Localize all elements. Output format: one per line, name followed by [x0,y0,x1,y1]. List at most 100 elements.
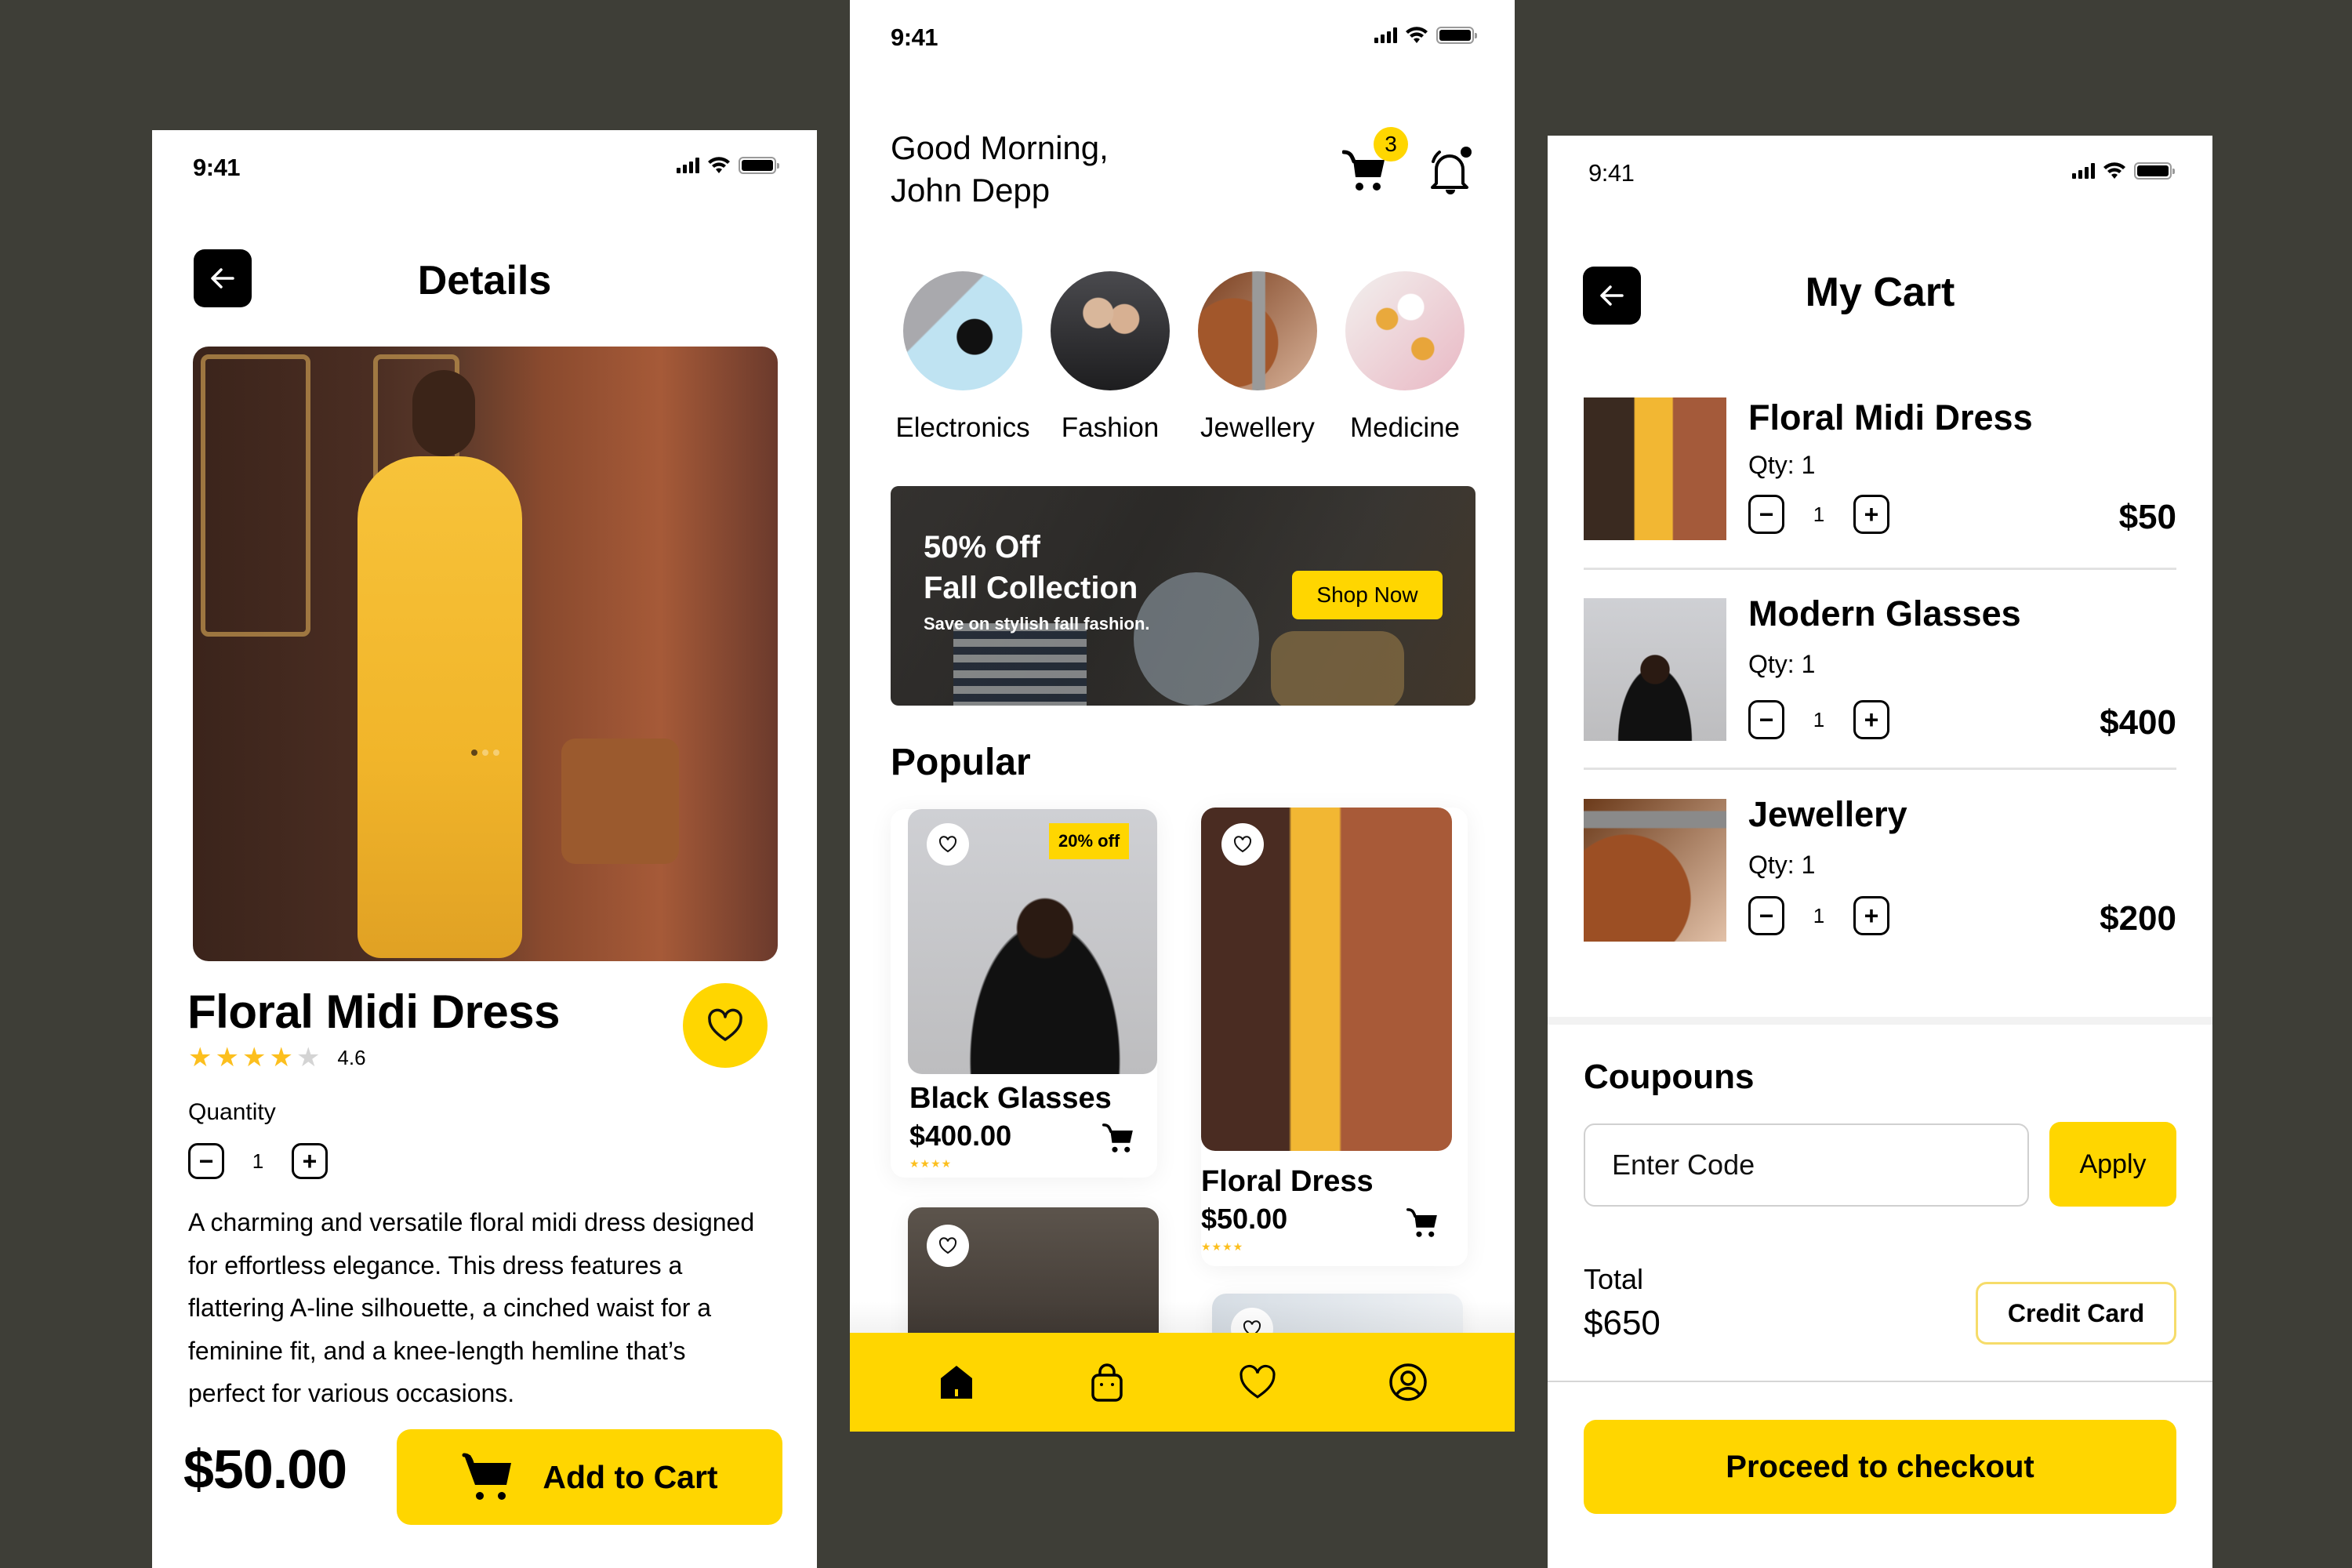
carousel-dot-active[interactable] [471,750,477,756]
product-price: $50.00 [183,1439,347,1500]
apply-coupon-button[interactable]: Apply [2049,1122,2176,1207]
nav-bag[interactable] [1083,1359,1131,1406]
handbag-shape [561,739,679,864]
section-divider [1548,1017,2212,1025]
battery-icon [739,157,779,174]
quantity-stepper: − 1 + [188,1143,328,1179]
total-value: $650 [1584,1304,1661,1342]
banner-collection: Fall Collection [924,571,1138,605]
product-title: Floral Midi Dress [187,985,560,1038]
cart-item-image [1584,598,1726,741]
rating-value: 4.6 [337,1045,366,1069]
divider [1548,1381,2212,1382]
battery-icon [2134,162,2175,180]
nav-home[interactable] [933,1359,980,1406]
category-electronics[interactable]: Electronics [889,271,1036,444]
page-title: Details [417,258,552,303]
category-partial[interactable]: S [1479,271,1515,444]
nav-profile[interactable] [1385,1359,1432,1406]
increment-button[interactable]: + [1853,700,1889,739]
increment-button[interactable]: + [1853,495,1889,534]
product-card[interactable]: Floral Dress $50.00 ★★★★ [1201,808,1468,1266]
notification-button[interactable] [1428,146,1472,201]
cart-item: Jewellery Qty: 1 − 1 + $200 [1584,794,2176,951]
shop-now-button[interactable]: Shop Now [1292,571,1443,619]
product-image-carousel[interactable] [193,347,778,961]
category-jewellery[interactable]: Jewellery [1184,271,1331,444]
cart-item-image [1584,397,1726,540]
category-image [1051,271,1170,390]
signal-icon [677,158,699,173]
favorite-button[interactable] [683,983,768,1068]
payment-method-button[interactable]: Credit Card [1976,1282,2176,1345]
divider [1584,768,2176,770]
cart-item-name: Jewellery [1748,794,1907,834]
banner-decoration [1134,572,1259,706]
decrement-button[interactable]: − [1748,896,1784,935]
quantity-value: 1 [1813,707,1825,731]
banner-headline: 50% Off Fall Collection [924,527,1138,608]
product-card[interactable]: 20% off Black Glasses $400.00 ★★★★ [891,809,1157,1178]
category-image [1198,271,1317,390]
category-label: Fashion [1061,412,1160,443]
cart-item-image [1584,799,1726,942]
details-screen: 9:41 Details Floral Midi Dress ★ ★ ★ ★ ★… [152,130,817,1568]
add-to-cart-button[interactable]: Add to Cart [397,1429,782,1525]
greeting: Good Morning, John Depp [891,127,1109,212]
home-icon [941,1366,972,1399]
greeting-line: Good Morning, [891,129,1109,166]
checkout-button[interactable]: Proceed to checkout [1584,1420,2176,1514]
status-bar: 9:41 [850,0,1515,71]
profile-icon [1389,1363,1427,1401]
carousel-dot[interactable] [482,750,488,756]
star-icon-empty: ★ [296,1043,321,1073]
status-time: 9:41 [891,24,938,51]
decrement-button[interactable]: − [1748,495,1784,534]
heart-icon [708,1008,742,1041]
heart-icon [1240,1364,1276,1399]
increment-button[interactable]: + [292,1143,328,1179]
category-label: Jewellery [1200,412,1315,443]
favorite-button[interactable] [927,823,969,866]
status-time: 9:41 [1588,159,1635,187]
cart-item-price: $50 [2118,498,2176,536]
category-fashion[interactable]: Fashion [1036,271,1184,444]
product-name: Black Glasses [909,1082,1112,1115]
banner-decoration [1271,631,1404,706]
status-bar: 9:41 [1548,136,2212,206]
decrement-button[interactable]: − [188,1143,224,1179]
cart-item-name: Modern Glasses [1748,593,2021,633]
add-to-cart-button[interactable] [1102,1123,1135,1158]
status-time: 9:41 [193,154,241,181]
product-price: $50.00 [1201,1203,1288,1235]
popular-section-title: Popular [891,742,1031,783]
nav-favorites[interactable] [1234,1359,1281,1406]
bottom-nav [850,1333,1515,1432]
carousel-dot[interactable] [493,750,499,756]
cart-icon [1406,1208,1437,1237]
decrement-button[interactable]: − [1748,700,1784,739]
bell-icon [1431,147,1472,194]
cart-item-price: $400 [2100,703,2176,742]
coupon-code-input[interactable] [1584,1123,2029,1207]
add-to-cart-button[interactable] [1406,1207,1439,1243]
heart-icon [938,1237,957,1254]
cart-item-name: Floral Midi Dress [1748,397,2033,437]
banner-decoration [953,623,1087,706]
category-image [903,271,1022,390]
wifi-icon [708,157,730,173]
wifi-icon [1406,27,1428,43]
category-list: Electronics Fashion Jewellery Medicine S [889,271,1515,444]
divider [1584,568,2176,570]
cart-count-badge: 3 [1374,127,1408,162]
increment-button[interactable]: + [1853,896,1889,935]
category-medicine[interactable]: Medicine [1331,271,1479,444]
favorite-button[interactable] [927,1225,969,1267]
carousel-dots [471,750,499,756]
quantity-value: 1 [252,1149,264,1173]
quantity-stepper: − 1 + [1748,896,1889,935]
category-image [1493,271,1515,390]
promo-banner[interactable]: 50% Off Fall Collection Save on stylish … [891,486,1475,706]
favorite-button[interactable] [1221,823,1264,866]
star-icon-filled: ★ [241,1043,267,1073]
